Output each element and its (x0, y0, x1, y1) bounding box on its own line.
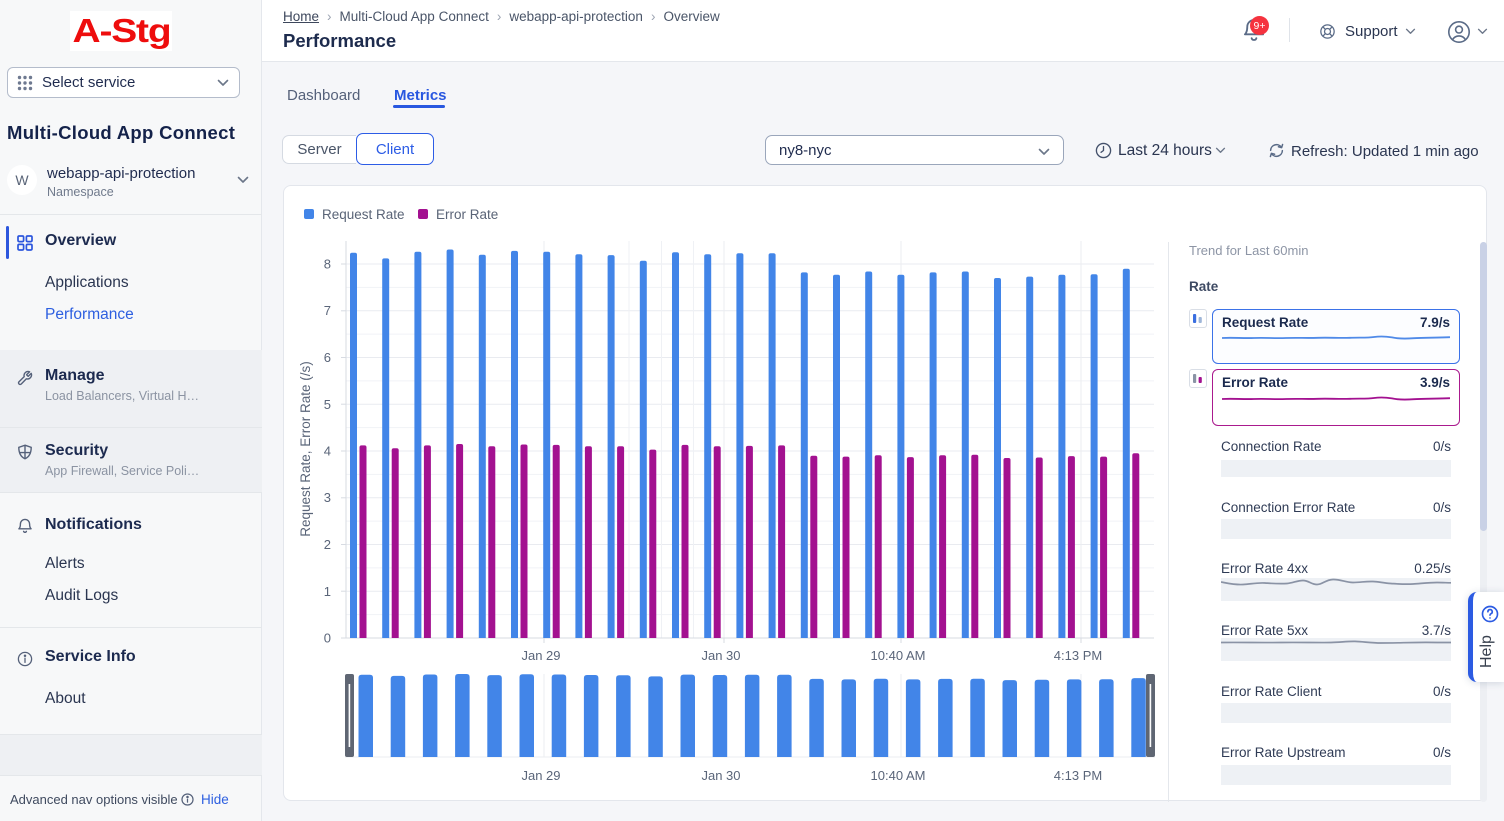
svg-text:2: 2 (324, 537, 331, 552)
svg-text:Request Rate, Error Rate (/s): Request Rate, Error Rate (/s) (298, 361, 313, 537)
svg-text:4:13 PM: 4:13 PM (1054, 768, 1102, 783)
svg-text:8: 8 (324, 257, 331, 272)
svg-text:7: 7 (324, 303, 331, 318)
svg-text:Jan 30: Jan 30 (701, 768, 740, 783)
svg-text:0: 0 (324, 631, 331, 646)
svg-text:1: 1 (324, 584, 331, 599)
svg-text:Jan 29: Jan 29 (521, 768, 560, 783)
svg-text:3: 3 (324, 490, 331, 505)
svg-text:4:13 PM: 4:13 PM (1054, 648, 1102, 663)
svg-text:4: 4 (324, 444, 331, 459)
svg-text:Error Rate: Error Rate (436, 207, 498, 222)
svg-text:10:40 AM: 10:40 AM (871, 648, 926, 663)
svg-text:Jan 30: Jan 30 (701, 648, 740, 663)
svg-text:10:40 AM: 10:40 AM (871, 768, 926, 783)
svg-text:6: 6 (324, 350, 331, 365)
svg-text:Jan 29: Jan 29 (521, 648, 560, 663)
svg-text:5: 5 (324, 397, 331, 412)
svg-text:Request Rate: Request Rate (322, 207, 405, 222)
